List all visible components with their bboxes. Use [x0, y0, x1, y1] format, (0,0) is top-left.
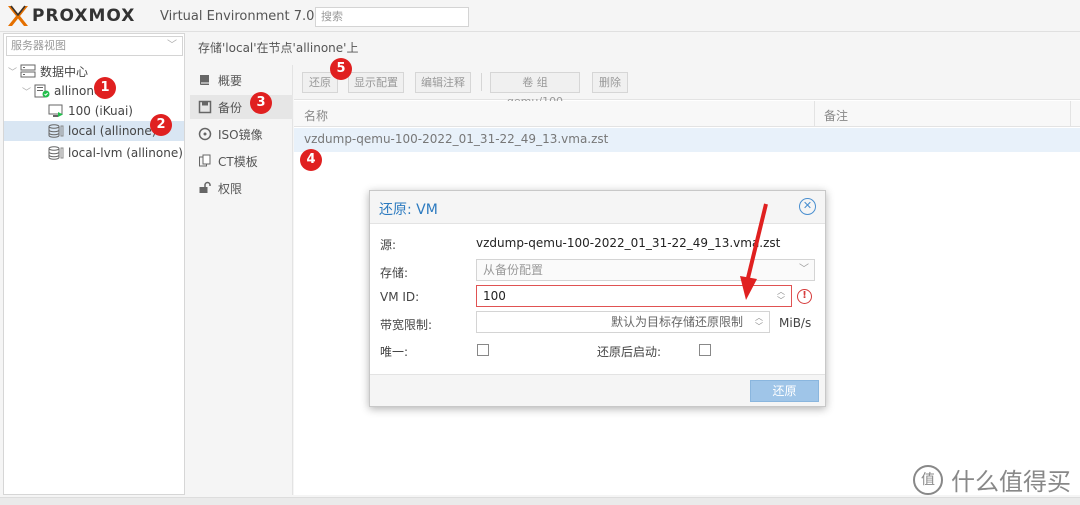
step-badge-4: 4 — [300, 149, 322, 171]
step-badge-2: 2 — [150, 114, 172, 136]
step-badge-5: 5 — [330, 58, 352, 80]
step-badge-3: 3 — [250, 92, 272, 114]
watermark-logo-icon: 值 — [913, 464, 943, 495]
watermark-text: 什么值得买 — [951, 468, 1071, 496]
step-badge-1: 1 — [94, 77, 116, 99]
annotation-arrow — [740, 203, 768, 300]
watermark: 值 什么值得买 — [913, 462, 1071, 497]
